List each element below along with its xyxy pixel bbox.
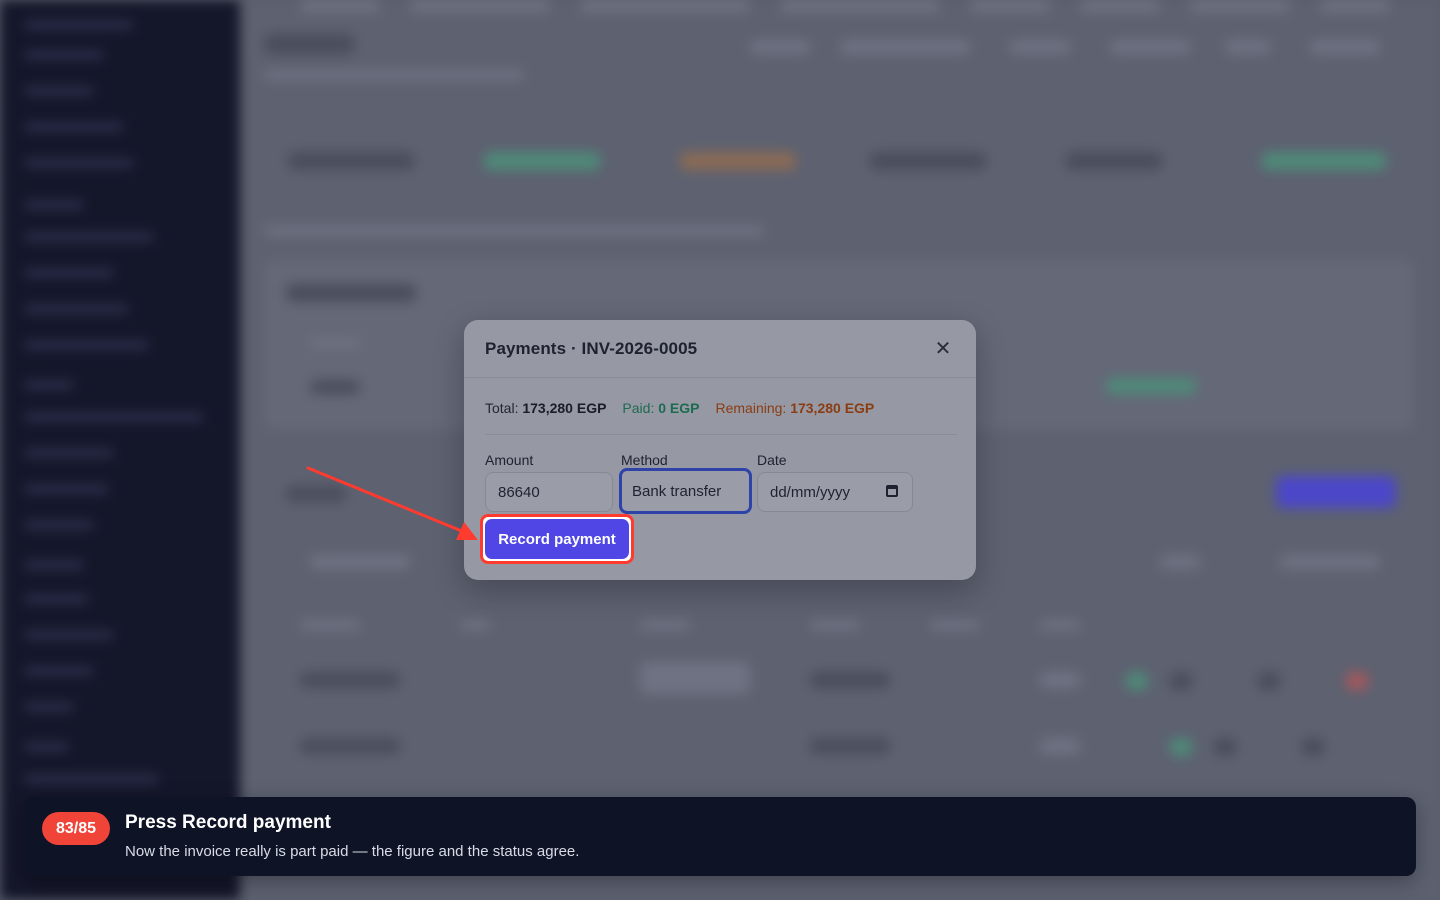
total-summary: Total: 173,280 EGP [485,400,606,416]
tutorial-description: Now the invoice really is part paid — th… [125,843,580,860]
method-select[interactable]: Bank transfer [619,468,752,514]
close-icon[interactable]: ✕ [931,339,955,359]
method-label: Method [621,452,668,468]
remaining-summary: Remaining: 173,280 EGP [715,400,874,416]
remaining-label: Remaining: [715,400,787,416]
tutorial-toast: 83/85 Press Record payment Now the invoi… [24,797,1416,876]
record-payment-highlight: Record payment [480,514,634,564]
divider [485,434,957,435]
total-label: Total: [485,400,519,416]
amount-field[interactable]: 86640 [485,472,613,512]
modal-header: Payments · INV-2026-0005 ✕ [464,320,976,378]
method-value: Bank transfer [632,482,722,500]
total-value: 173,280 EGP [522,400,607,416]
tutorial-title: Press Record payment [125,812,331,833]
date-field[interactable]: dd/mm/yyyy [757,472,913,512]
modal-title: Payments · INV-2026-0005 [485,338,698,358]
sidebar [0,0,240,900]
calendar-icon[interactable] [886,485,898,497]
arrow-pointer-icon [306,466,478,540]
paid-value: 0 EGP [658,400,700,416]
date-placeholder: dd/mm/yyyy [770,483,851,501]
payment-summary: Total: 173,280 EGP Paid: 0 EGP Remaining… [485,400,874,416]
paid-label: Paid: [622,400,655,416]
date-label: Date [757,452,787,468]
amount-value: 86640 [498,483,540,501]
step-badge: 83/85 [42,812,110,845]
amount-label: Amount [485,452,534,468]
record-payment-button[interactable]: Record payment [485,519,629,559]
paid-summary: Paid: 0 EGP [622,400,699,416]
remaining-value: 173,280 EGP [790,400,875,416]
payments-modal: Payments · INV-2026-0005 ✕ Total: 173,28… [464,320,976,580]
